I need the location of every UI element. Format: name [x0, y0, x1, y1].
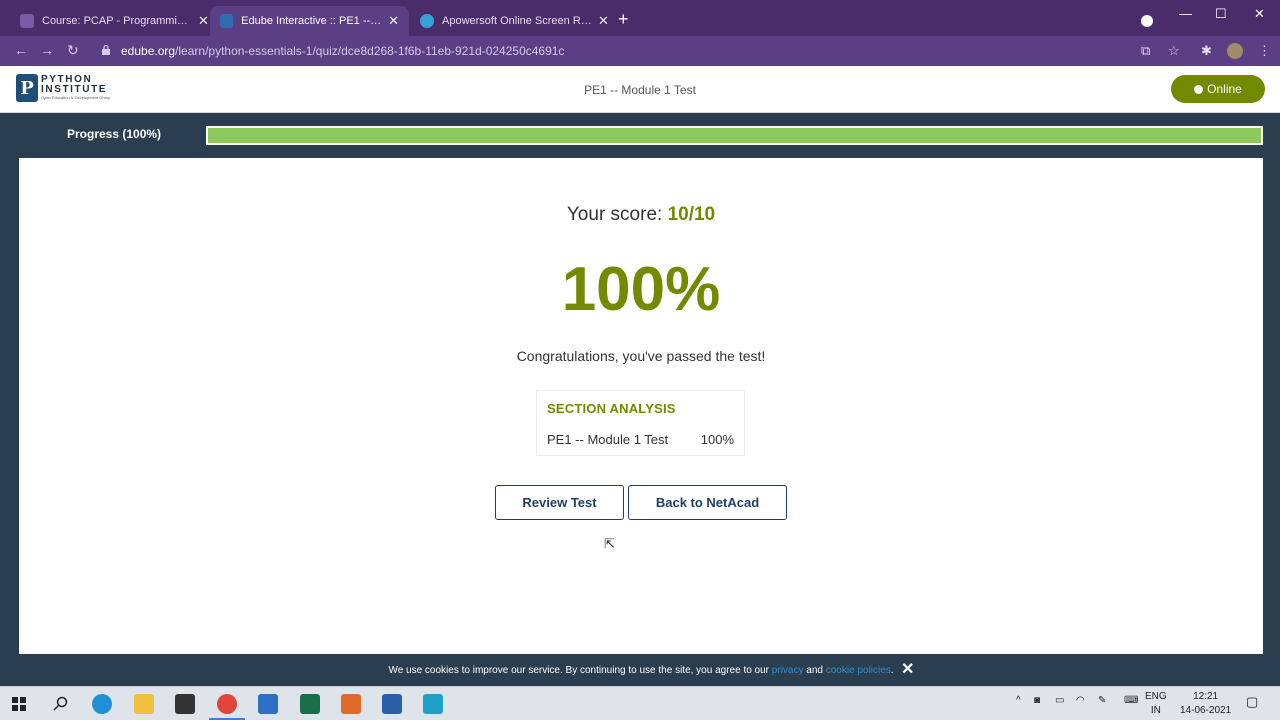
score-line: Your score: 10/10 [19, 204, 1263, 226]
tab-course-pcap[interactable]: Course: PCAP - Programming Essentials ✕ [10, 6, 219, 36]
pass-message: Congratulations, you've passed the test! [516, 348, 766, 364]
search-icon[interactable] [53, 696, 68, 711]
maximize-icon[interactable]: ☐ [1215, 6, 1227, 22]
notifications-icon[interactable]: ▢ [1246, 694, 1258, 710]
tab-title: Course: PCAP - Programming Essentials [42, 15, 192, 27]
tab-favicon-icon [20, 14, 34, 28]
clock-date: 14-06-2021 [1180, 705, 1232, 716]
tab-favicon-icon [420, 14, 434, 28]
cookie-dot: . [890, 665, 894, 676]
keyboard-icon[interactable]: ⌨ [1124, 695, 1138, 706]
score-percent: 100% [561, 255, 721, 324]
progress-bar [206, 126, 1263, 145]
section-analysis-heading: SECTION ANALYSIS [547, 401, 676, 416]
close-cookie-icon[interactable]: ✕ [901, 659, 914, 679]
close-tab-icon[interactable]: ✕ [388, 13, 399, 29]
language-indicator[interactable]: ENG IN [1145, 690, 1167, 718]
tab-title: Edube Interactive :: PE1 -- Module 1 Tes… [241, 15, 383, 27]
section-analysis-card: SECTION ANALYSIS PE1 -- Module 1 Test 10… [536, 390, 745, 456]
score-value: 10/10 [667, 204, 716, 225]
chrome-icon[interactable] [217, 694, 237, 714]
mail-icon[interactable] [258, 694, 278, 714]
site-header: P PYTHON INSTITUTE Open Education & Deve… [0, 66, 1280, 113]
tray-app-icon[interactable]: ◙ [1034, 695, 1040, 706]
lock-icon [102, 45, 110, 55]
lang-line-2: IN [1150, 705, 1161, 716]
online-label: Online [1207, 82, 1242, 96]
status-dot-icon [1194, 84, 1204, 94]
translate-icon[interactable]: ⧉ [1141, 43, 1150, 59]
clock-time: 12:21 [1193, 691, 1219, 702]
cookie-banner: We use cookies to improve our service. B… [19, 654, 1263, 686]
url-path: /learn/python-essentials-1/quiz/dce8d268… [175, 44, 565, 58]
section-score: 100% [700, 432, 734, 447]
progress-row: Progress (100%) [0, 113, 1280, 158]
minimize-icon[interactable]: — [1179, 6, 1192, 21]
online-status-button[interactable]: Online [1171, 75, 1265, 103]
mouse-cursor-icon: ⇱ [604, 536, 615, 551]
review-test-button[interactable]: Review Test [495, 485, 624, 520]
url-field[interactable]: edube.org/learn/python-essentials-1/quiz… [121, 44, 564, 58]
windows-start-icon[interactable] [12, 697, 26, 711]
result-panel: Your score: 10/10 100% Congratulations, … [19, 158, 1263, 654]
windows-taskbar: ^ ◙ ▭ ◠ ✎ ⌨ ENG IN 12:21 14-06-2021 ▢ [0, 686, 1280, 720]
tray-chevron-icon[interactable]: ^ [1016, 695, 1021, 706]
snipping-tool-icon[interactable] [341, 694, 361, 714]
tab-favicon-icon [220, 14, 234, 28]
store-icon[interactable] [175, 694, 195, 714]
tab-apowersoft[interactable]: Apowersoft Online Screen Recorder ✕ [410, 6, 619, 36]
url-host: edube.org [121, 44, 176, 58]
back-icon[interactable]: ← [14, 42, 28, 58]
menu-icon[interactable]: ⋮ [1258, 43, 1271, 59]
back-to-netacad-button[interactable]: Back to NetAcad [628, 485, 787, 520]
wifi-icon[interactable]: ◠ [1076, 695, 1085, 706]
address-bar: ← → ↻ edube.org/learn/python-essentials-… [0, 36, 1280, 66]
section-name: PE1 -- Module 1 Test [547, 432, 669, 447]
system-clock[interactable]: 12:21 14-06-2021 [1180, 690, 1231, 718]
new-tab-button[interactable]: + [618, 10, 629, 28]
avatar[interactable] [1227, 43, 1243, 59]
cookie-text: We use cookies to improve our service. B… [19, 665, 1263, 676]
edge-icon[interactable] [92, 694, 112, 714]
bookmark-star-icon[interactable]: ☆ [1168, 43, 1180, 59]
reload-icon[interactable]: ↻ [67, 42, 79, 59]
cookie-and: and [803, 665, 826, 676]
progress-label: Progress (100%) [67, 127, 162, 141]
file-explorer-icon[interactable] [134, 694, 154, 714]
cookie-message: We use cookies to improve our service. B… [388, 665, 772, 676]
close-tab-icon[interactable]: ✕ [598, 13, 609, 29]
extensions-icon[interactable]: ✱ [1201, 43, 1212, 59]
page-title: PE1 -- Module 1 Test [584, 83, 696, 97]
cookie-policies-link[interactable]: cookie policies [826, 665, 891, 676]
pen-icon[interactable]: ✎ [1098, 695, 1106, 706]
close-window-icon[interactable]: ✕ [1254, 6, 1265, 22]
tab-edube-interactive[interactable]: Edube Interactive :: PE1 -- Module 1 Tes… [210, 6, 409, 36]
whatsapp-icon[interactable] [300, 694, 320, 714]
tab-search-icon[interactable] [1141, 15, 1153, 27]
screen-recorder-icon[interactable] [423, 694, 443, 714]
score-label: Your score: [566, 204, 668, 225]
browser-tab-bar: Course: PCAP - Programming Essentials ✕ … [0, 0, 1280, 36]
lang-line-1: ENG [1145, 691, 1167, 702]
progress-fill [208, 128, 1261, 143]
forward-icon[interactable]: → [40, 42, 54, 58]
photos-icon[interactable] [382, 694, 402, 714]
battery-icon[interactable]: ▭ [1055, 695, 1064, 706]
tab-title: Apowersoft Online Screen Recorder [442, 15, 592, 27]
close-tab-icon[interactable]: ✕ [198, 13, 209, 29]
privacy-link[interactable]: privacy [772, 665, 804, 676]
